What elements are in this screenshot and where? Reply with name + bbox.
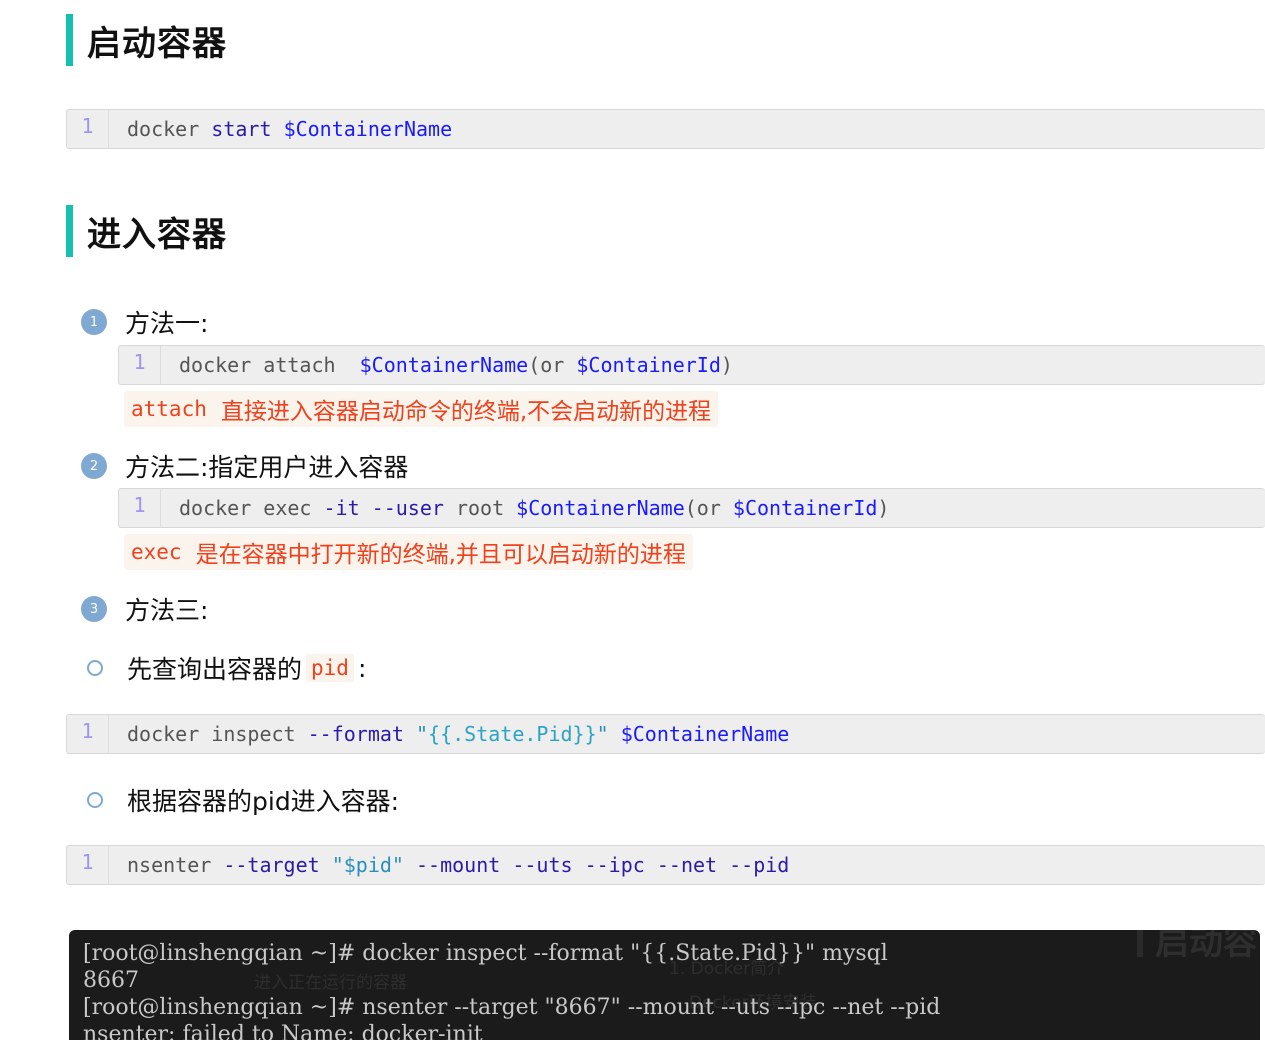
list-item-label: 先查询出容器的 — [127, 655, 303, 684]
note-text: 是在容器中打开新的终端,并且可以启动新的进程 — [195, 542, 686, 568]
section-heading-enter-container: 进入容器 — [66, 205, 227, 257]
list-item-label: 根据容器的pid进入容器: — [127, 787, 400, 816]
line-number: 1 — [67, 846, 109, 884]
note-text: 直接进入容器启动命令的终端,不会启动新的进程 — [220, 399, 712, 425]
sub-list-item-enter-by-pid: 根据容器的pid进入容器: — [81, 782, 399, 818]
ordered-list-number-badge: 2 — [81, 453, 107, 479]
note-attach: attach 直接进入容器启动命令的终端,不会启动新的进程 — [124, 391, 719, 427]
code-line: docker inspect --format "{{.State.Pid}}"… — [127, 722, 790, 746]
line-number: 1 — [67, 715, 109, 753]
list-item-suffix: : — [357, 653, 367, 683]
list-item-method-2: 2 方法二:指定用户进入容器 — [81, 448, 408, 484]
terminal-screenshot: 进入正在运行的容器 1. Docker简介 Docker环境安装 启动容 [ro… — [69, 930, 1260, 1040]
terminal-line: [root@linshengqian ~]# docker inspect --… — [83, 941, 888, 966]
heading-title: 进入容器 — [87, 214, 227, 255]
note-exec: exec 是在容器中打开新的终端,并且可以启动新的进程 — [124, 534, 693, 570]
code-block-docker-inspect[interactable]: 1 docker inspect --format "{{.State.Pid}… — [66, 714, 1265, 754]
section-heading-start-container: 启动容器 — [66, 14, 227, 66]
line-number: 1 — [119, 489, 161, 527]
code-line: docker attach $ContainerName(or $Contain… — [179, 353, 733, 377]
terminal-line: nsenter: failed to Name: docker-init — [83, 1022, 483, 1040]
terminal-line: [root@linshengqian ~]# nsenter --target … — [83, 995, 941, 1020]
code-block-docker-start[interactable]: 1 docker start $ContainerName — [66, 109, 1265, 149]
note-code: attach — [131, 397, 207, 421]
ordered-list-number-badge: 1 — [81, 309, 107, 335]
code-block-docker-attach[interactable]: 1 docker attach $ContainerName(or $Conta… — [118, 345, 1265, 385]
heading-accent-bar — [66, 205, 73, 257]
list-item-label: 方法三: — [125, 596, 209, 625]
list-item-method-1: 1 方法一: — [81, 304, 208, 340]
note-code: exec — [131, 540, 182, 564]
code-line: nsenter --target "$pid" --mount --uts --… — [127, 853, 790, 877]
line-number: 1 — [67, 110, 109, 148]
bullet-circle-icon — [87, 660, 103, 676]
code-line: docker start $ContainerName — [127, 117, 453, 141]
code-line: docker exec -it --user root $ContainerNa… — [179, 496, 890, 520]
bullet-circle-icon — [87, 792, 103, 808]
ordered-list-number-badge: 3 — [81, 596, 107, 622]
code-block-docker-exec[interactable]: 1 docker exec -it --user root $Container… — [118, 488, 1265, 528]
terminal-line: 8667 — [83, 968, 139, 993]
line-number: 1 — [119, 346, 161, 384]
list-item-method-3: 3 方法三: — [81, 591, 208, 627]
list-item-label: 方法二:指定用户进入容器 — [125, 453, 409, 482]
inline-code-pid: pid — [306, 654, 354, 682]
heading-accent-bar — [66, 14, 73, 66]
heading-title: 启动容器 — [87, 23, 227, 64]
sub-list-item-query-pid: 先查询出容器的 pid: — [81, 650, 366, 686]
code-block-nsenter[interactable]: 1 nsenter --target "$pid" --mount --uts … — [66, 845, 1265, 885]
list-item-label: 方法一: — [125, 309, 209, 338]
